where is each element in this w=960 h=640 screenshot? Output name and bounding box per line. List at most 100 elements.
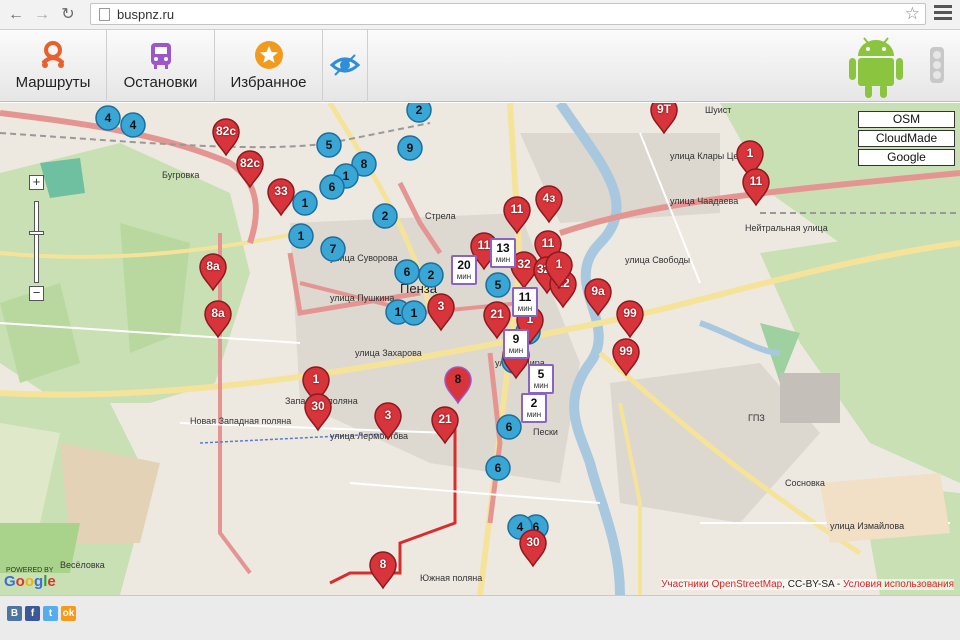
bus-marker-blue[interactable]: 9 (394, 128, 426, 168)
stops-button[interactable]: Остановки (107, 30, 215, 102)
bus-marker-blue[interactable]: 1 (285, 216, 317, 256)
bookmark-star-icon[interactable]: ☆ (905, 4, 920, 24)
marker-route-number: 82с (215, 124, 237, 138)
favorites-button[interactable]: Избранное (215, 30, 323, 102)
place-label: Южная поляна (420, 573, 483, 583)
layer-google-button[interactable]: Google (858, 149, 955, 166)
odnoklassniki-icon-label: ok (62, 608, 75, 619)
arrival-minutes: 20 (457, 258, 471, 272)
bus-marker-red[interactable]: 4з (533, 184, 565, 224)
bus-marker-blue[interactable]: 7 (317, 229, 349, 269)
place-label: Сосновка (785, 478, 825, 488)
bus-marker-red[interactable]: 8а (197, 252, 229, 292)
forward-icon[interactable]: → (32, 5, 52, 25)
street-label: улица Захарова (355, 348, 422, 358)
zoom-out-button[interactable]: − (29, 286, 44, 301)
marker-route-number: 82с (239, 156, 261, 170)
back-icon[interactable]: ← (6, 5, 26, 25)
terms-link[interactable]: Условия использования (843, 579, 954, 590)
arrival-minutes: 11 (518, 290, 532, 304)
zoom-in-button[interactable]: + (29, 175, 44, 190)
layer-osm-button[interactable]: OSM (858, 111, 955, 128)
browser-toolbar: ← → ↻ buspnz.ru ☆ (0, 0, 960, 30)
visibility-button[interactable] (323, 30, 368, 102)
routes-label: Маршруты (15, 74, 91, 91)
bus-marker-blue[interactable]: 2 (403, 103, 435, 130)
bus-marker-blue[interactable]: 6 (482, 448, 514, 488)
bus-marker-red[interactable]: 99 (614, 299, 646, 339)
twitter-icon[interactable]: t (43, 606, 58, 621)
bus-marker-red[interactable]: 21 (429, 405, 461, 445)
android-icon[interactable] (846, 34, 906, 100)
arrival-minutes: 5 (537, 367, 545, 381)
bus-marker-red[interactable]: 30 (517, 528, 549, 568)
url-text: buspnz.ru (117, 7, 175, 22)
layer-cloudmade-button[interactable]: CloudMade (858, 130, 955, 147)
street-label: Нейтральная улица (745, 223, 828, 233)
bus-marker-red[interactable]: 99 (610, 337, 642, 377)
arrival-unit: мин (533, 381, 549, 390)
google-logo[interactable]: Google (4, 573, 56, 590)
marker-route-number: 1 (746, 146, 754, 160)
bus-marker-red[interactable]: 1 (543, 250, 575, 290)
bus-marker-blue[interactable]: 2 (415, 255, 447, 295)
arrival-minutes: 2 (530, 396, 538, 410)
twitter-icon-label: t (48, 608, 53, 619)
vk-icon[interactable]: В (7, 606, 22, 621)
marker-route-number: 7 (329, 242, 337, 256)
arrival-badge[interactable]: 5 мин (528, 364, 554, 394)
map-view[interactable]: Пенза Бугровка Шуист Стрела Западная пол… (0, 103, 960, 595)
page-icon (99, 8, 110, 21)
traffic-light-icon[interactable] (927, 46, 947, 86)
bus-marker-red[interactable]: 9Т (648, 103, 680, 135)
bus-marker-blue[interactable]: 2 (369, 196, 401, 236)
bus-marker-red[interactable]: 30 (302, 392, 334, 432)
place-label: Новая Западная поляна (190, 416, 292, 426)
vk-icon-label: В (10, 608, 19, 619)
marker-route-number: 11 (541, 236, 555, 250)
marker-route-number: 21 (490, 307, 504, 321)
arrival-badge[interactable]: 20 мин (451, 255, 477, 285)
arrival-badge[interactable]: 11 мин (512, 287, 538, 317)
arrival-badge[interactable]: 2 мин (521, 393, 547, 423)
routes-button[interactable]: Маршруты (0, 30, 107, 102)
odnoklassniki-icon[interactable]: ok (61, 606, 76, 621)
reload-icon[interactable]: ↻ (58, 5, 78, 25)
arrival-unit: мин (495, 255, 511, 264)
browser-menu-icon[interactable] (934, 5, 952, 23)
arrival-badge[interactable]: 9 мин (503, 329, 529, 359)
bus-marker-red[interactable]: 82с (234, 149, 266, 189)
marker-route-number: 1 (297, 229, 305, 243)
marker-route-number: 9а (591, 284, 605, 298)
marker-route-number: 8 (454, 372, 462, 386)
marker-route-number: 2 (415, 103, 423, 117)
selected-bus-marker[interactable]: 8 (442, 365, 474, 405)
osm-contributors-link[interactable]: Участники OpenStreetMap (661, 579, 782, 590)
bus-marker-red[interactable]: 3 (425, 292, 457, 332)
marker-route-number: 30 (526, 535, 540, 549)
facebook-icon[interactable]: f (25, 606, 40, 621)
bus-marker-red[interactable]: 3 (372, 401, 404, 441)
bus-marker-blue[interactable]: 4 (117, 105, 149, 145)
bus-marker-red[interactable]: 11 (501, 195, 533, 235)
bus-marker-red[interactable]: 8 (367, 550, 399, 590)
marker-route-number: 2 (427, 268, 435, 282)
arrival-badge[interactable]: 13 мин (490, 238, 516, 268)
address-bar[interactable]: buspnz.ru ☆ (90, 3, 926, 25)
bus-marker-red[interactable]: 33 (265, 177, 297, 217)
marker-route-number: 11 (510, 202, 524, 216)
favorites-label: Избранное (230, 74, 307, 91)
marker-route-number: 8 (379, 557, 387, 571)
map-tiles (0, 103, 960, 595)
marker-route-number: 2 (381, 209, 389, 223)
place-label: Шуист (705, 105, 732, 115)
marker-route-number: 5 (325, 138, 333, 152)
zoom-handle[interactable] (29, 231, 44, 235)
bus-marker-red[interactable]: 8а (202, 299, 234, 339)
marker-route-number: 3 (384, 408, 392, 422)
bus-marker-red[interactable]: 9а (582, 277, 614, 317)
zoom-slider[interactable] (34, 201, 39, 283)
street-label: улица Измайлова (830, 521, 905, 531)
bus-marker-red[interactable]: 11 (740, 167, 772, 207)
place-label: Весёловка (60, 560, 105, 570)
